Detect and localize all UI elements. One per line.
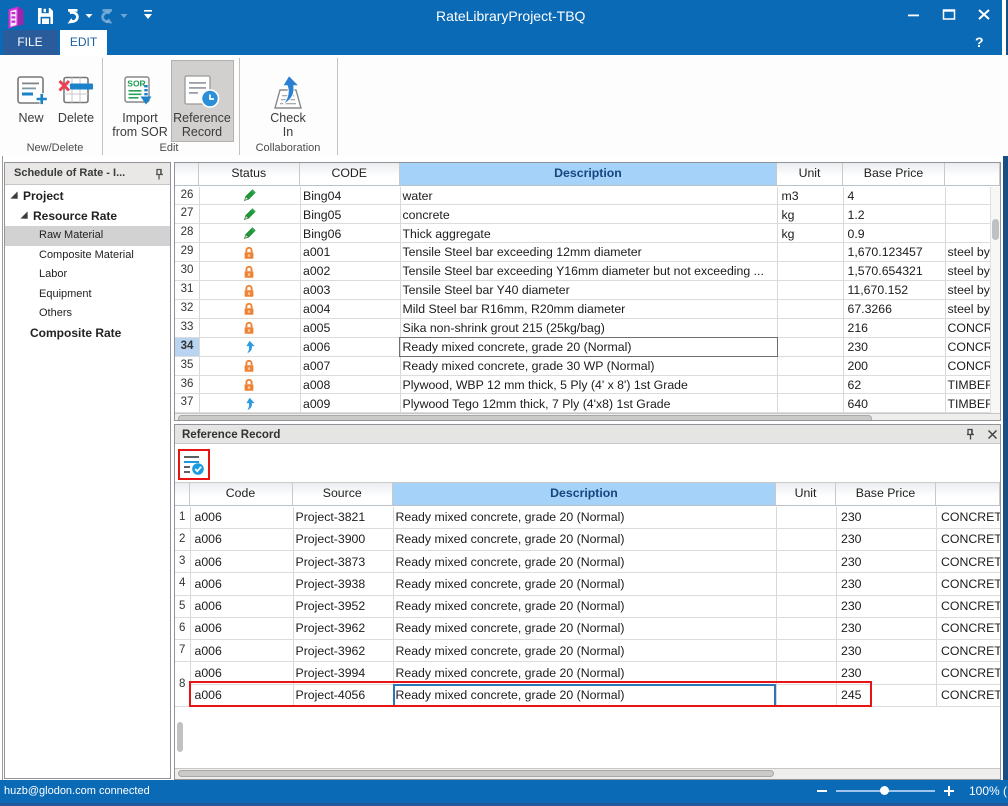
svg-text:SOR: SOR [127, 79, 145, 89]
